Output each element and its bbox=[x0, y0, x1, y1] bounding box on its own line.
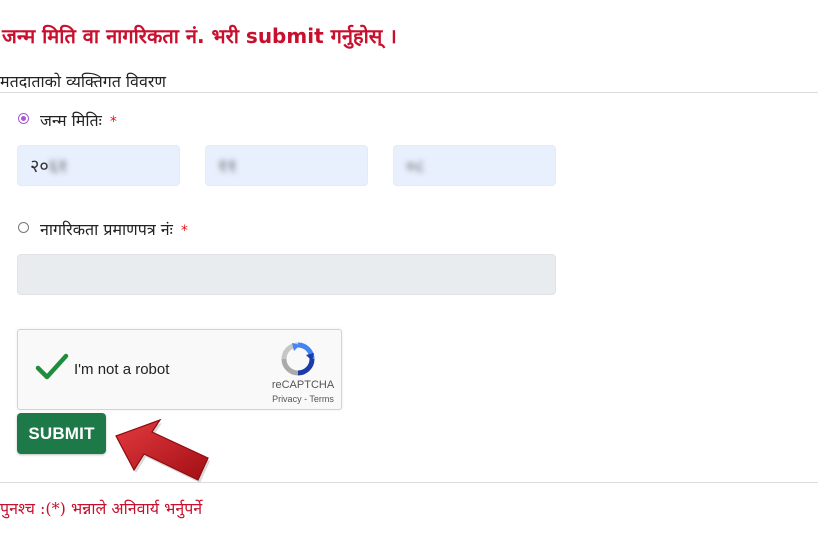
pointer-arrow-icon bbox=[115, 418, 210, 483]
terms-link[interactable]: Terms bbox=[309, 394, 334, 404]
recaptcha-label: I'm not a robot bbox=[74, 361, 170, 378]
footer-divider bbox=[0, 482, 818, 483]
dob-required-mark: * bbox=[109, 114, 117, 130]
recaptcha-logo-icon bbox=[281, 342, 315, 376]
dob-day-value: ०८ bbox=[406, 156, 425, 177]
checkmark-icon[interactable] bbox=[35, 353, 69, 381]
page-title: जन्म मिति वा नागरिकता नं. भरी submit गर्… bbox=[2, 24, 397, 48]
recaptcha-links: Privacy - Terms bbox=[263, 394, 343, 404]
dob-year-blurred-value: ६१ bbox=[48, 156, 68, 177]
dob-label: जन्म मितिः * bbox=[40, 109, 117, 131]
citizenship-label: नागरिकता प्रमाणपत्र नंः * bbox=[40, 218, 188, 240]
citizenship-radio[interactable] bbox=[18, 222, 29, 233]
dob-month-value: ११ bbox=[218, 156, 237, 177]
citizenship-label-text: नागरिकता प्रमाणपत्र नंः bbox=[40, 220, 173, 239]
dob-month-input[interactable]: ११ bbox=[205, 145, 368, 186]
privacy-link[interactable]: Privacy bbox=[272, 394, 302, 404]
recaptcha-brand: reCAPTCHA bbox=[271, 379, 335, 391]
dob-day-input[interactable]: ०८ bbox=[393, 145, 556, 186]
submit-button[interactable]: SUBMIT bbox=[17, 413, 106, 454]
section-divider bbox=[0, 92, 818, 93]
recaptcha-widget: I'm not a robot reCAPTCHA Privacy - Term… bbox=[17, 329, 342, 410]
citizenship-number-input[interactable] bbox=[17, 254, 556, 295]
required-note: पुनश्च :(*) भन्नाले अनिवार्य भर्नुपर्ने bbox=[0, 499, 203, 518]
dob-label-text: जन्म मितिः bbox=[40, 111, 102, 130]
dob-year-input[interactable]: २०६१ bbox=[17, 145, 180, 186]
section-heading: मतदाताको व्यक्तिगत विवरण bbox=[0, 72, 166, 91]
citizenship-required-mark: * bbox=[180, 223, 188, 239]
dob-radio[interactable] bbox=[18, 113, 29, 124]
dob-year-value: २० bbox=[30, 156, 49, 177]
